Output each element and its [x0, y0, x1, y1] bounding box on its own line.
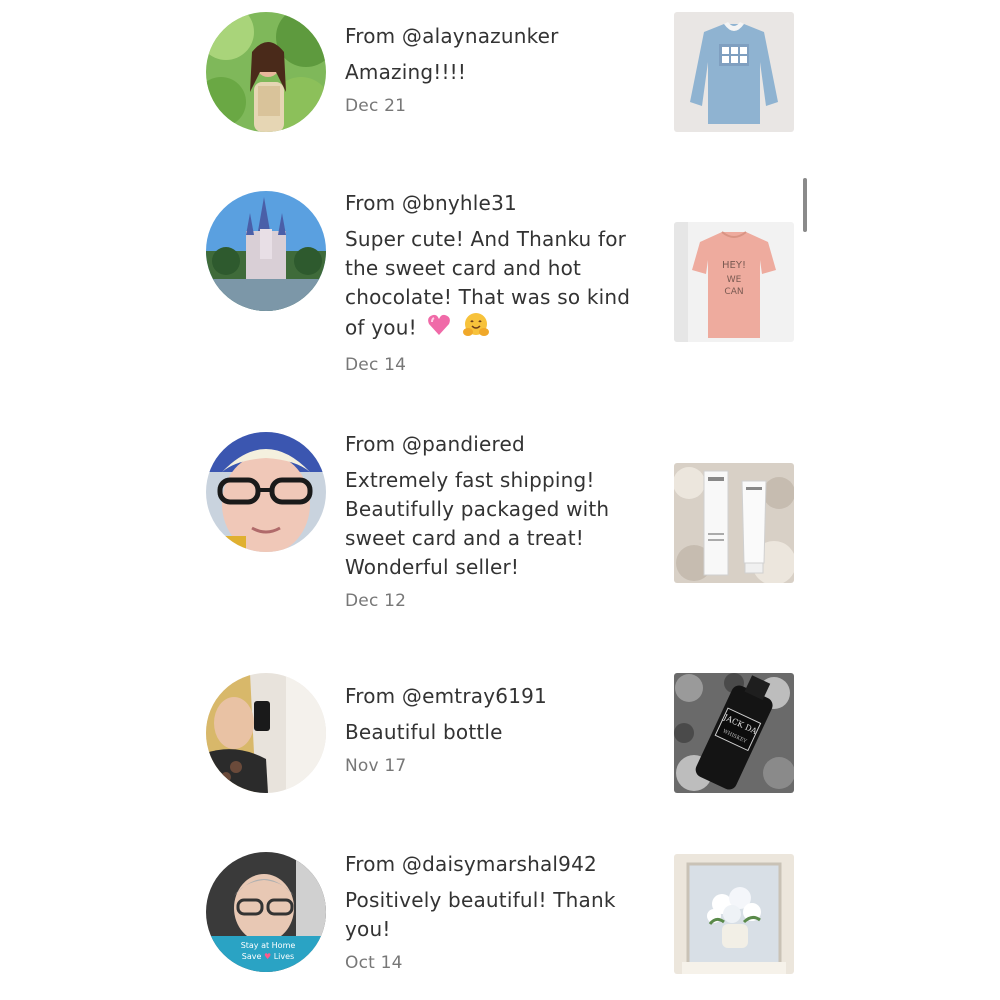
- review-content: From @bnyhle31 Super cute! And Thanku fo…: [345, 191, 645, 375]
- reviewer-avatar[interactable]: [206, 191, 326, 311]
- from-label: From: [345, 684, 396, 708]
- avatar-overlay-save: Save: [241, 952, 262, 961]
- castle-photo: [206, 191, 326, 311]
- review-author[interactable]: From @daisymarshal942: [345, 852, 645, 876]
- svg-text:WE: WE: [727, 275, 742, 285]
- from-label: From: [345, 191, 396, 215]
- from-label: From: [345, 24, 396, 48]
- review-date: Dec 14: [345, 355, 407, 375]
- review-text: Positively beautiful! Thank you!: [345, 888, 616, 941]
- hugging-face-emoji: [462, 312, 490, 346]
- review-date: Nov 17: [345, 756, 407, 776]
- product-thumbnail[interactable]: [674, 12, 794, 132]
- black-bottle-photo: JACK DA WHISKEY: [674, 673, 794, 793]
- review-date: Oct 14: [345, 953, 403, 973]
- flower-painting-photo: [674, 854, 794, 974]
- product-thumbnail[interactable]: HEY! WE CAN: [674, 222, 794, 342]
- review-text: Beautiful bottle: [345, 720, 503, 744]
- product-thumbnail[interactable]: [674, 854, 794, 974]
- review-content: From @alaynazunker Amazing!!!! Dec 21: [345, 24, 645, 116]
- reviewer-avatar[interactable]: [206, 12, 326, 132]
- review-text: Extremely fast shipping! Beautifully pac…: [345, 468, 610, 579]
- from-label: From: [345, 432, 396, 456]
- avatar-overlay-line-2: Save ♥ Lives: [226, 951, 310, 962]
- review-content: From @daisymarshal942 Positively beautif…: [345, 852, 645, 973]
- pink-heart-emoji: [427, 314, 451, 344]
- reviewer-handle[interactable]: @alaynazunker: [402, 24, 559, 48]
- woman-in-garden-photo: [206, 12, 326, 132]
- reviewer-handle[interactable]: @emtray6191: [402, 684, 547, 708]
- pink-tshirt-photo: HEY! WE CAN: [674, 222, 794, 342]
- review-date: Dec 21: [345, 96, 407, 116]
- avatar-overlay-text: Stay at Home Save ♥ Lives: [226, 940, 310, 962]
- reviews-feed: From @alaynazunker Amazing!!!! Dec 21 Fr…: [0, 0, 1000, 1000]
- review-author[interactable]: From @emtray6191: [345, 684, 645, 708]
- from-label: From: [345, 852, 396, 876]
- reviewer-avatar[interactable]: [206, 673, 326, 793]
- review-author[interactable]: From @bnyhle31: [345, 191, 645, 215]
- reviewer-avatar[interactable]: [206, 432, 326, 552]
- svg-text:HEY!: HEY!: [722, 260, 746, 271]
- woman-with-glasses-photo: [206, 432, 326, 552]
- svg-text:CAN: CAN: [724, 287, 743, 297]
- avatar-overlay-lives: Lives: [273, 952, 295, 961]
- review-text: Super cute! And Thanku for the sweet car…: [345, 225, 645, 346]
- review-content: From @emtray6191 Beautiful bottle Nov 17: [345, 684, 645, 776]
- reviewer-handle[interactable]: @pandiered: [402, 432, 525, 456]
- avatar-overlay-line: Stay at Home: [240, 941, 296, 950]
- reviewer-handle[interactable]: @bnyhle31: [402, 191, 517, 215]
- product-thumbnail[interactable]: JACK DA WHISKEY: [674, 673, 794, 793]
- product-thumbnail[interactable]: [674, 463, 794, 583]
- review-author[interactable]: From @alaynazunker: [345, 24, 645, 48]
- mirror-selfie-photo: [206, 673, 326, 793]
- review-date: Dec 12: [345, 591, 407, 611]
- review-content: From @pandiered Extremely fast shipping!…: [345, 432, 645, 611]
- skincare-tubes-photo: [674, 463, 794, 583]
- heart-icon: ♥: [263, 952, 272, 961]
- review-text: Amazing!!!!: [345, 60, 467, 84]
- review-author[interactable]: From @pandiered: [345, 432, 645, 456]
- reviewer-handle[interactable]: @daisymarshal942: [402, 852, 597, 876]
- scrollbar-thumb[interactable]: [803, 178, 807, 232]
- blue-sweatshirt-photo: [674, 12, 794, 132]
- reviewer-avatar[interactable]: Stay at Home Save ♥ Lives: [206, 852, 326, 972]
